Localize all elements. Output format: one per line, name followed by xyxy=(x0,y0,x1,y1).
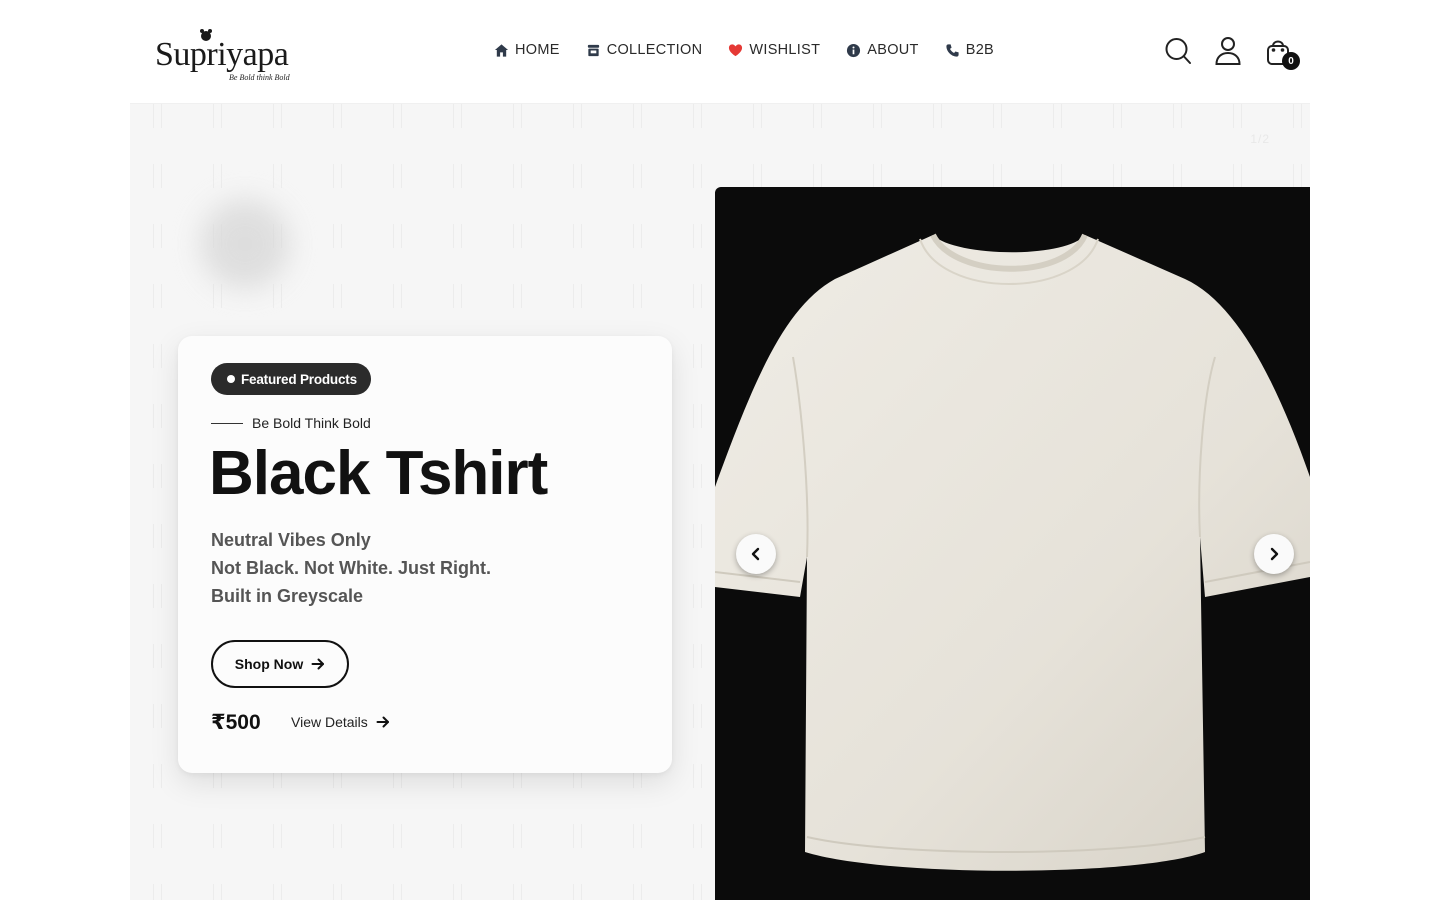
site-header: Supriyapa Be Bold think Bold HOME COLLEC… xyxy=(130,0,1310,104)
carousel-next-button[interactable] xyxy=(1254,534,1294,574)
featured-product-card: Featured Products Be Bold Think Bold Bla… xyxy=(178,336,672,773)
brand-tagline: Be Bold think Bold xyxy=(229,73,290,82)
nav-b2b[interactable]: B2B xyxy=(945,42,994,58)
decorative-blur xyxy=(200,199,290,289)
main-nav: HOME COLLECTION WISHLIST ABOUT B2B xyxy=(494,42,994,58)
hero-tagline: Be Bold Think Bold xyxy=(211,415,371,431)
nav-about-label: ABOUT xyxy=(867,42,919,58)
product-price: ₹500 xyxy=(211,711,261,734)
featured-badge: Featured Products xyxy=(211,363,371,395)
description-line: Built in Greyscale xyxy=(211,586,364,606)
tagline-divider xyxy=(211,422,243,424)
heart-icon xyxy=(729,43,743,56)
nav-collection[interactable]: COLLECTION xyxy=(586,42,703,58)
nav-home-label: HOME xyxy=(515,42,560,58)
arrow-right-icon xyxy=(311,658,325,670)
featured-badge-label: Featured Products xyxy=(241,371,357,387)
user-icon xyxy=(1215,37,1241,65)
shop-now-button[interactable]: Shop Now xyxy=(211,640,349,688)
nav-wishlist-label: WISHLIST xyxy=(749,42,821,58)
nav-collection-label: COLLECTION xyxy=(606,42,703,58)
description-line: Not Black. Not White. Just Right. xyxy=(211,558,492,578)
product-description: Neutral Vibes Only Not Black. Not White.… xyxy=(211,526,491,610)
product-image-panel xyxy=(715,187,1310,900)
carousel-prev-button[interactable] xyxy=(736,534,776,574)
home-icon xyxy=(494,43,509,57)
arrow-right-icon xyxy=(376,716,389,728)
search-button[interactable] xyxy=(1164,36,1192,66)
view-details-label: View Details xyxy=(291,714,368,730)
hero-section: 1/2 Featured Products Be Bold Think Bold… xyxy=(130,104,1310,900)
product-title: Black Tshirt xyxy=(209,439,548,508)
brand-logo[interactable]: Supriyapa Be Bold think Bold xyxy=(155,28,295,86)
tshirt-product-image xyxy=(715,233,1310,871)
brand-name: Supriyapa xyxy=(155,36,289,73)
search-icon xyxy=(1165,38,1191,64)
hero-tagline-text: Be Bold Think Bold xyxy=(252,415,371,431)
cart-button[interactable]: 0 xyxy=(1264,36,1300,70)
store-icon xyxy=(587,44,599,56)
account-button[interactable] xyxy=(1214,36,1242,66)
nav-wishlist[interactable]: WISHLIST xyxy=(728,42,820,58)
badge-dot-icon xyxy=(227,375,235,383)
chevron-right-icon xyxy=(1270,547,1279,561)
nav-home[interactable]: HOME xyxy=(494,42,560,58)
slide-counter: 1/2 xyxy=(1250,132,1270,146)
page-frame: Supriyapa Be Bold think Bold HOME COLLEC… xyxy=(130,0,1310,900)
nav-b2b-label: B2B xyxy=(965,42,995,58)
info-icon xyxy=(847,43,861,57)
description-line: Neutral Vibes Only xyxy=(211,530,371,550)
phone-icon xyxy=(946,43,959,57)
cart-count-badge: 0 xyxy=(1282,52,1300,70)
view-details-link[interactable]: View Details xyxy=(291,714,390,730)
chevron-left-icon xyxy=(751,547,760,561)
header-actions: 0 xyxy=(1164,36,1300,70)
nav-about[interactable]: ABOUT xyxy=(846,42,918,58)
shop-now-label: Shop Now xyxy=(234,656,304,672)
